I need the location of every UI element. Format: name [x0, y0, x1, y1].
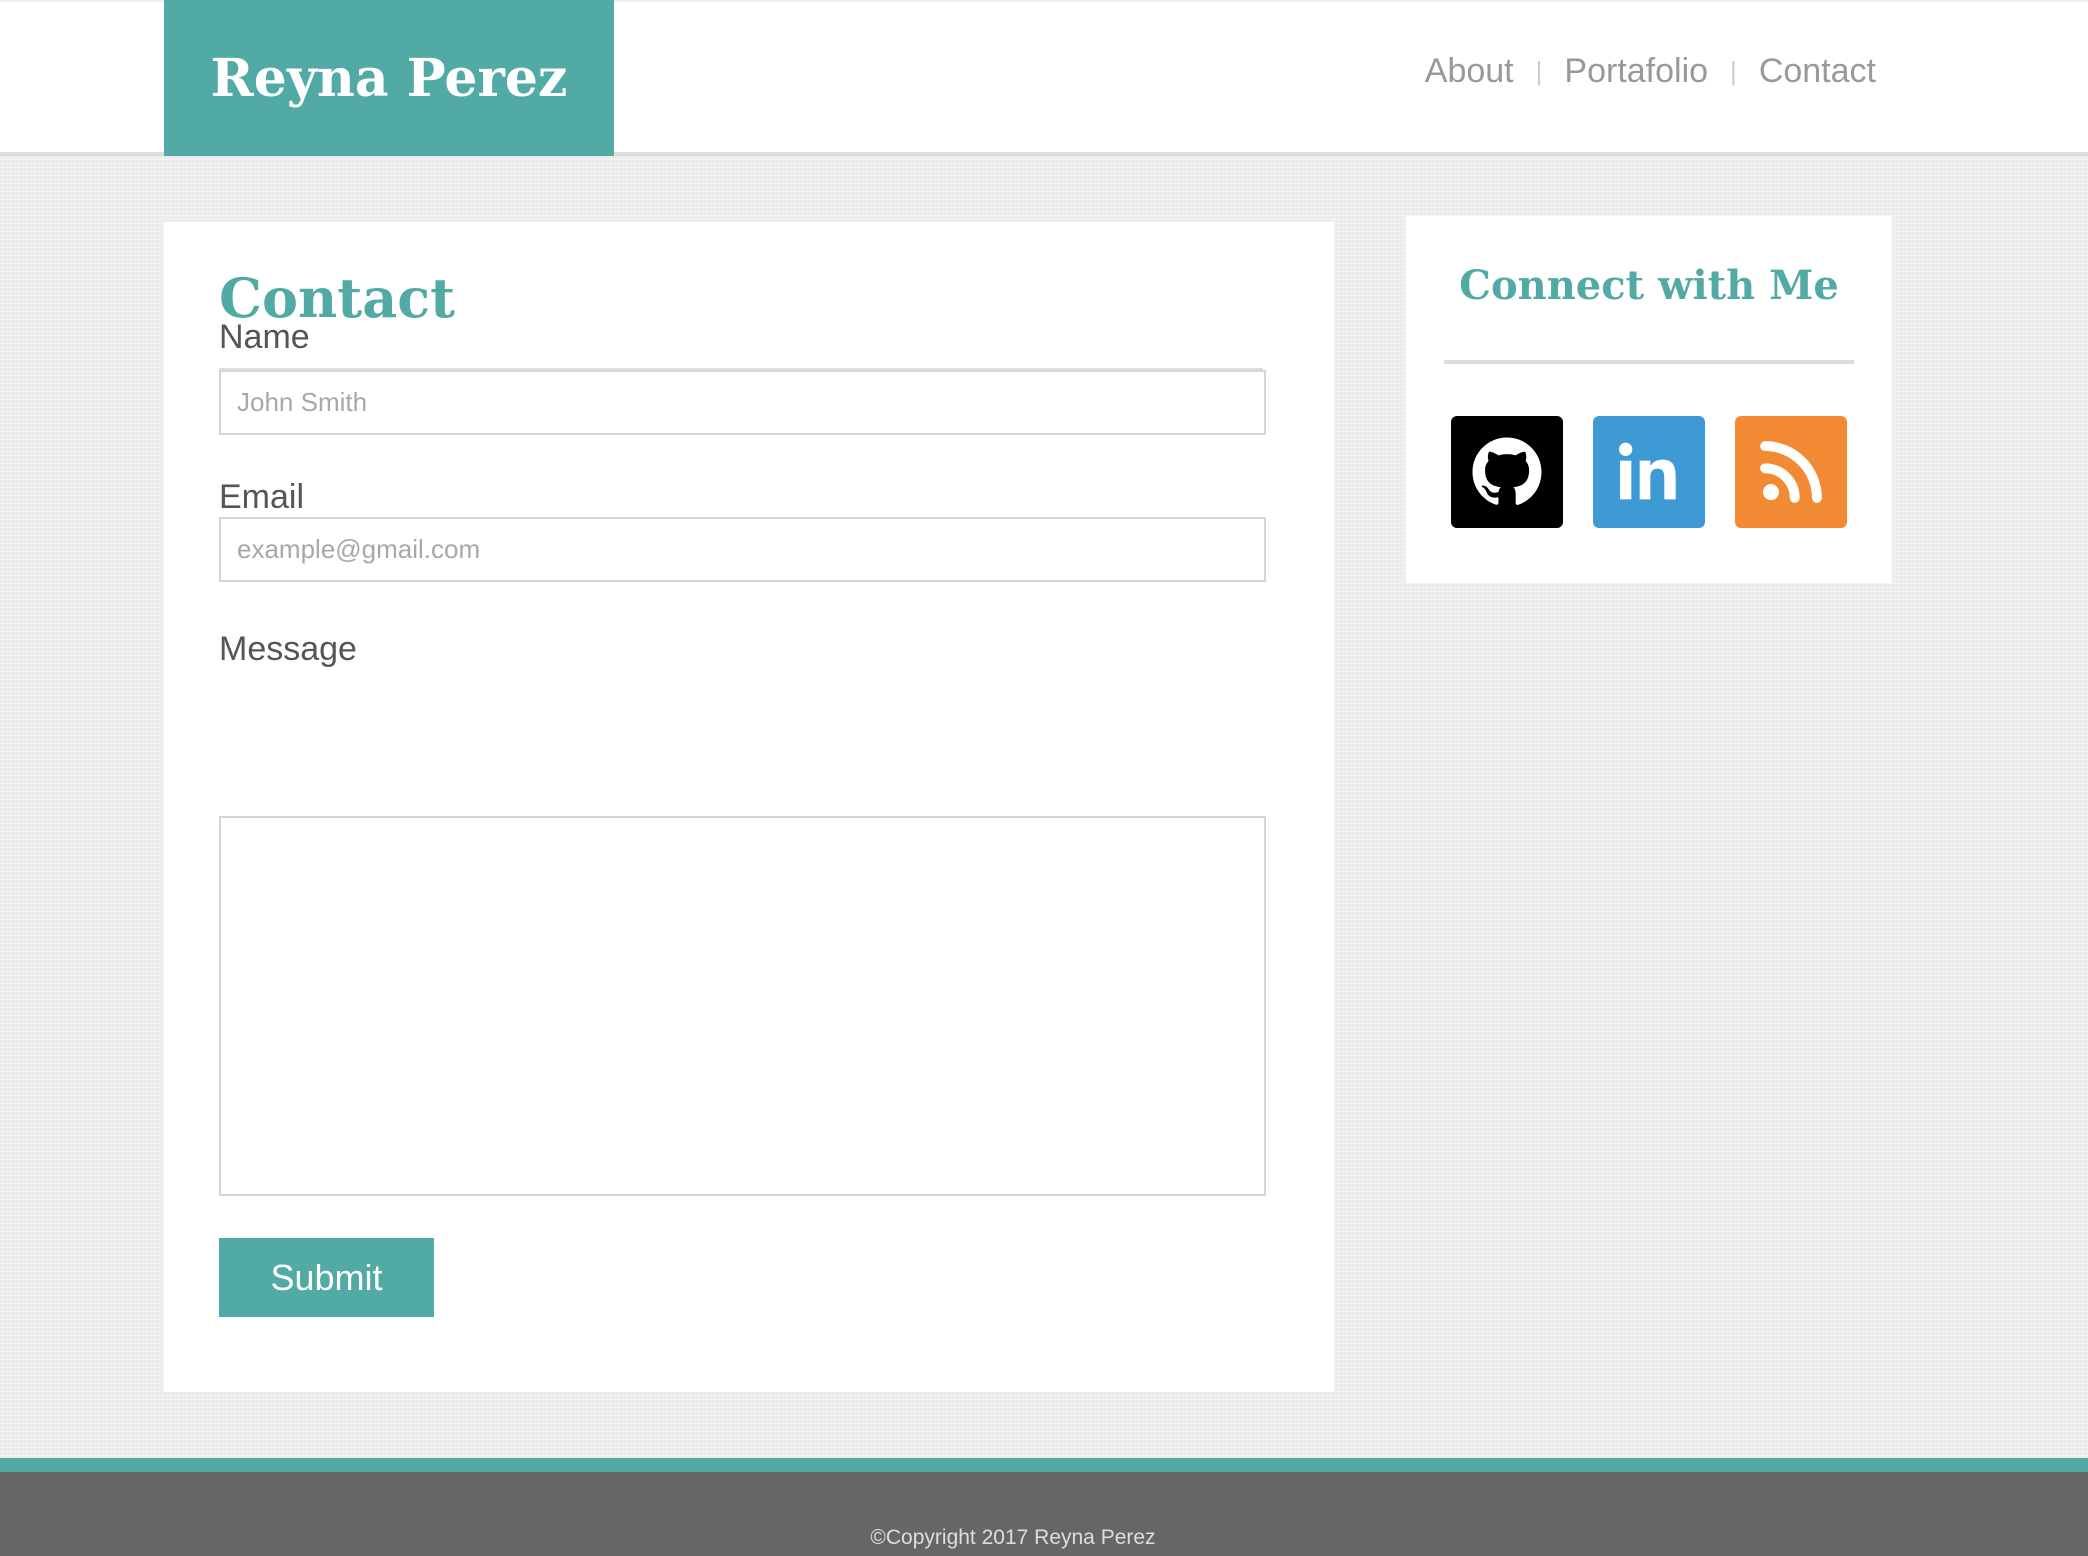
site-header: Reyna Perez About | Portafolio | Contact	[0, 0, 2088, 156]
rss-link[interactable]	[1735, 416, 1847, 528]
site-footer: ©Copyright 2017 Reyna Perez	[0, 1472, 2088, 1556]
logo[interactable]: Reyna Perez	[164, 0, 614, 156]
connect-title: Connect with Me	[1459, 262, 1839, 309]
copyright-text: ©Copyright 2017 Reyna Perez	[870, 1526, 1156, 1549]
nav-contact-link[interactable]: Contact	[1759, 52, 1876, 91]
message-label: Message	[219, 630, 357, 668]
name-field[interactable]	[219, 370, 1266, 435]
name-label: Name	[219, 318, 310, 356]
rss-icon	[1760, 441, 1822, 503]
logo-text: Reyna Perez	[210, 47, 568, 109]
linkedin-icon	[1619, 442, 1676, 500]
github-icon	[1472, 437, 1542, 505]
nav-separator: |	[1535, 56, 1543, 86]
main-nav: About | Portafolio | Contact	[1425, 52, 1876, 91]
nav-about-link[interactable]: About	[1425, 52, 1514, 91]
email-label: Email	[219, 478, 305, 516]
connect-divider	[1444, 360, 1854, 364]
nav-separator: |	[1730, 56, 1737, 86]
linkedin-link[interactable]	[1593, 416, 1705, 528]
nav-portafolio-link[interactable]: Portafolio	[1564, 52, 1708, 91]
message-field[interactable]	[219, 816, 1266, 1196]
github-link[interactable]	[1451, 416, 1563, 528]
footer-accent-bar	[0, 1458, 2088, 1472]
contact-card: Contact Name Email Message Submit	[164, 222, 1334, 1392]
connect-card: Connect with Me	[1406, 216, 1892, 583]
email-field[interactable]	[219, 517, 1266, 582]
submit-button[interactable]: Submit	[219, 1238, 434, 1317]
